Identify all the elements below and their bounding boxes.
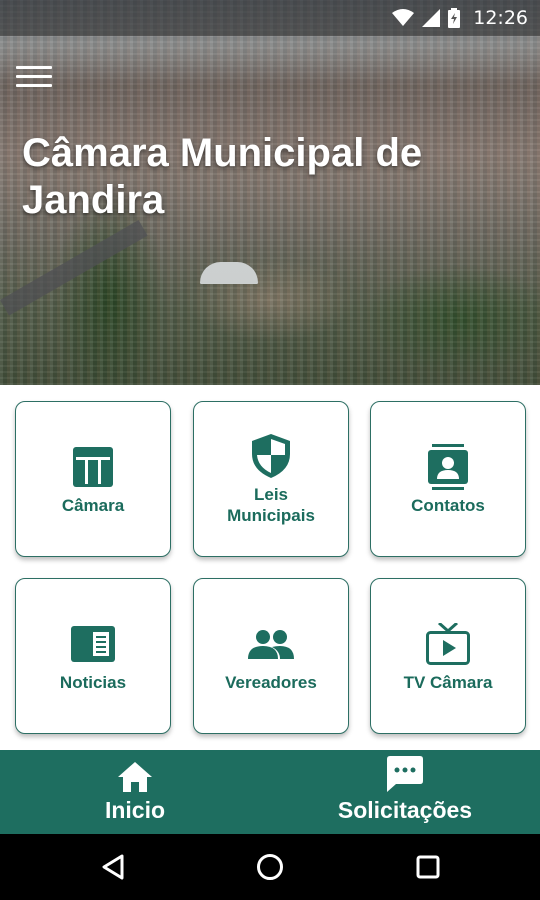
signal-icon	[422, 9, 440, 27]
page-title: Câmara Municipal de Jandira	[22, 131, 423, 222]
nav-inicio[interactable]: Inicio	[70, 750, 200, 834]
menu-grid: Câmara Leis Municipais Contatos Noticias…	[0, 385, 540, 750]
recents-icon[interactable]	[413, 852, 443, 882]
back-icon[interactable]	[98, 852, 128, 882]
home-circle-icon[interactable]	[255, 852, 285, 882]
menu-icon[interactable]	[16, 66, 52, 90]
tile-noticias[interactable]: Noticias	[15, 578, 171, 734]
battery-icon	[448, 8, 460, 28]
tile-vereadores[interactable]: Vereadores	[193, 578, 349, 734]
home-icon	[118, 750, 152, 792]
nav-label: Inicio	[104, 797, 166, 823]
tile-label: Leis Municipais	[227, 485, 315, 525]
building-icon	[69, 443, 117, 491]
status-time: 12:26	[473, 7, 528, 29]
nav-solicitacoes[interactable]: Solicitações	[325, 750, 485, 834]
bottom-nav: Inicio Solicitações	[0, 750, 540, 834]
tile-contatos[interactable]: Contatos	[370, 401, 526, 557]
contacts-icon	[424, 443, 472, 491]
nav-label: Solicitações	[337, 797, 473, 823]
tile-leis-municipais[interactable]: Leis Municipais	[193, 401, 349, 557]
tile-tv-camara[interactable]: TV Câmara	[370, 578, 526, 734]
news-icon	[69, 620, 117, 668]
tile-label: Câmara	[61, 495, 125, 515]
system-nav-bar	[0, 834, 540, 900]
status-icons	[392, 8, 460, 28]
tile-label: Noticias	[59, 672, 127, 692]
people-icon	[247, 620, 295, 668]
tile-label: TV Câmara	[403, 672, 493, 692]
wifi-icon	[392, 9, 414, 26]
tile-label: Vereadores	[225, 672, 317, 692]
tv-icon	[424, 620, 472, 668]
shield-icon	[247, 432, 295, 480]
chat-icon	[387, 750, 423, 792]
tile-label: Contatos	[411, 495, 485, 515]
status-bar: 12:26	[0, 0, 540, 36]
tile-camara[interactable]: Câmara	[15, 401, 171, 557]
